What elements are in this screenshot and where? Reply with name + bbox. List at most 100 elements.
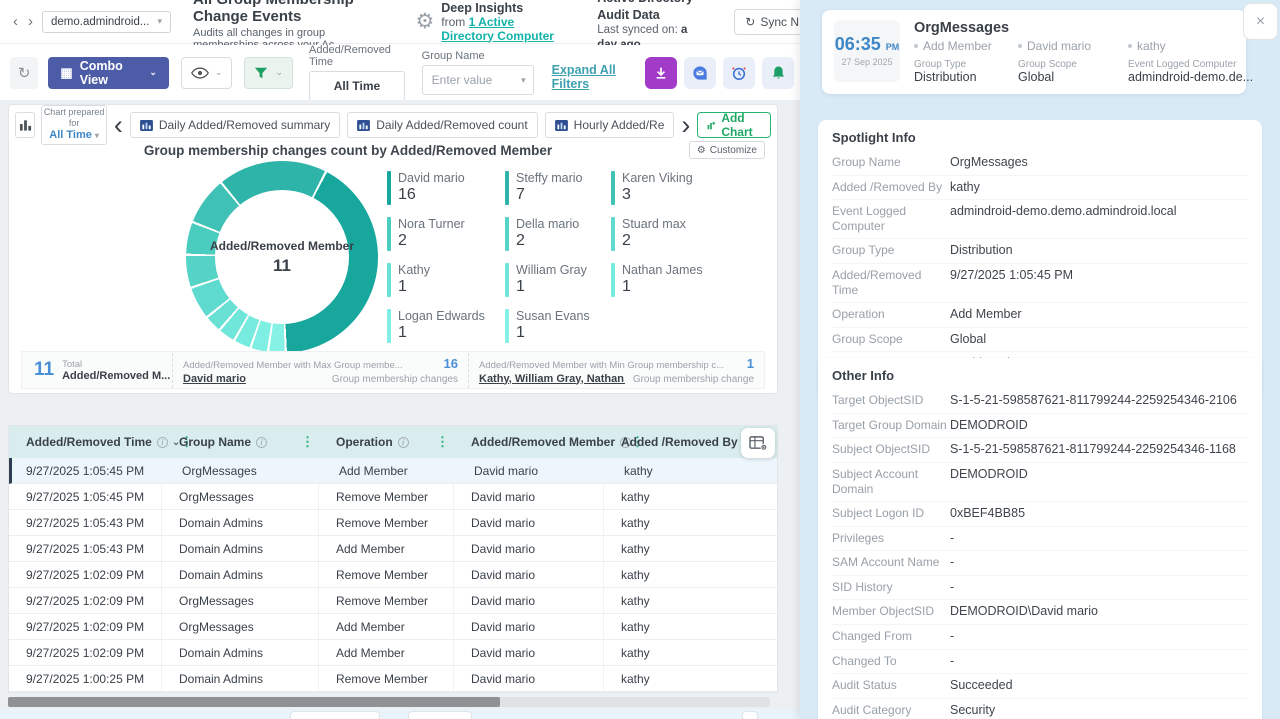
info-value: S-1-5-21-598587621-811799244-2259254346-… [950,442,1248,458]
summary-max-label: Added/Removed Member with Max Group memb… [183,360,403,371]
legend-item[interactable]: William Gray1 [505,263,601,297]
legend-value: 1 [622,278,703,296]
info-row: Privileges- [832,527,1248,552]
chart-list-button[interactable] [15,112,35,138]
legend-item[interactable]: Nathan James1 [611,263,703,297]
donut-chart[interactable]: Added/Removed Member 11 [186,161,378,353]
footer-button[interactable] [408,711,472,719]
column-header[interactable]: Added/Removed Memberi⋮ [454,426,604,458]
summary-min-names[interactable]: Kathy, William Gray, Nathan James, Logan… [479,373,625,385]
event-header-card: 06:35 PM 27 Sep 2025 OrgMessages Add Mem… [822,10,1246,94]
tenant-dropdown[interactable]: demo.admindroid... ▾ [42,11,171,33]
legend-color-bar [505,263,509,297]
expand-all-filters-link[interactable]: Expand All Filters [552,63,645,91]
group-name-input[interactable] [430,72,521,88]
spotlight-info-title: Spotlight Info [832,130,1248,151]
time-filter-value[interactable]: All Time [309,71,405,101]
summary-min-section: Added/Removed Member with Min Group memb… [468,353,764,388]
table-row[interactable]: 9/27/2025 1:05:43 PMDomain AdminsAdd Mem… [9,536,777,562]
header-field-label: Group Scope [1018,59,1128,70]
legend-item[interactable]: Kathy1 [387,263,495,297]
event-attributes-row: Add MemberDavid mariokathy [914,39,1234,53]
column-label: Group Name [179,435,251,449]
filter-button[interactable]: ⌄ [244,57,293,89]
legend-item[interactable]: Nora Turner2 [387,217,495,251]
legend-item[interactable]: Susan Evans1 [505,309,601,343]
info-value: Global [950,332,1248,348]
table-row[interactable]: 9/27/2025 1:05:43 PMDomain AdminsRemove … [9,510,777,536]
table-cell: OrgMessages [162,484,319,509]
download-button[interactable] [645,57,677,89]
table-cell: Domain Admins [162,562,319,587]
chart-tabs-row: Chart prepared for All Time ▾ ‹ Daily Ad… [15,111,771,139]
event-fields-row: Group TypeDistributionGroup ScopeGlobalE… [914,59,1234,84]
column-menu-icon[interactable]: ⋮ [301,434,319,450]
tabs-scroll-right-icon[interactable]: › [681,114,690,136]
legend-item[interactable]: Karen Viking3 [611,171,703,205]
chart-tab-0[interactable]: Daily Added/Removed summary [130,112,340,138]
nav-back-icon[interactable]: ‹ [8,11,23,32]
info-label: Audit Category [832,703,950,718]
info-value: Distribution [950,243,1248,259]
info-value: 9/27/2025 1:05:45 PM [950,268,1248,284]
chart-prepared-dropdown[interactable]: Chart prepared for All Time ▾ [41,105,106,145]
info-value: - [950,531,1248,547]
summary-max-name[interactable]: David mario [183,373,246,385]
visibility-button[interactable]: ⌄ [181,57,233,89]
combo-view-button[interactable]: ▦ Combo View ⌄ [48,57,168,89]
table-row[interactable]: 9/27/2025 1:02:09 PMDomain AdminsAdd Mem… [9,640,777,666]
chart-tab-1[interactable]: Daily Added/Removed count [347,112,537,138]
legend-color-bar [505,171,509,205]
info-value: - [950,654,1248,670]
close-icon[interactable]: × [1243,3,1278,40]
chevron-down-icon: ▾ [157,16,162,27]
add-chart-button[interactable]: Add Chart [697,112,771,138]
sync-now-button[interactable]: ↻ Sync N [734,9,810,35]
footer-button[interactable] [290,711,380,719]
legend-item[interactable]: Steffy mario7 [505,171,601,205]
legend-item[interactable]: Della mario2 [505,217,601,251]
time-filter-label: Added/Removed Time [309,44,406,68]
event-date: 27 Sep 2025 [841,57,892,67]
column-header[interactable]: Added/Removed Timei⌄⋮ [9,426,162,458]
table-row[interactable]: 9/27/2025 1:02:09 PMDomain AdminsRemove … [9,562,777,588]
legend-item[interactable]: Logan Edwards1 [387,309,495,343]
column-settings-button[interactable] [741,428,775,458]
tabs-scroll-left-icon[interactable]: ‹ [114,114,123,136]
legend-item[interactable]: Stuard max2 [611,217,703,251]
table-row[interactable]: 9/27/2025 1:05:45 PMOrgMessagesRemove Me… [9,484,777,510]
refresh-button[interactable]: ↻ [10,57,38,89]
table-row[interactable]: 9/27/2025 1:05:45 PMOrgMessagesAdd Membe… [9,458,777,484]
header-field-label: Event Logged Computer [1128,59,1253,70]
table-cell: Remove Member [319,588,454,613]
table-row[interactable]: 9/27/2025 1:02:09 PMOrgMessagesRemove Me… [9,588,777,614]
footer-button[interactable] [742,711,758,719]
legend-color-bar [387,263,391,297]
info-row: Added /Removed Bykathy [832,176,1248,201]
schedule-button[interactable] [723,57,755,89]
action-buttons [645,57,810,89]
event-time: 06:35 [835,34,881,54]
table-row[interactable]: 9/27/2025 1:02:09 PMOrgMessagesAdd Membe… [9,614,777,640]
column-header[interactable]: Operationi⋮ [319,426,454,458]
chart-tab-2[interactable]: Hourly Added/Re [545,112,675,138]
column-header[interactable]: Group Namei⋮ [162,426,319,458]
table-cell: 9/27/2025 1:02:09 PM [9,640,162,665]
feedback-button[interactable] [684,57,716,89]
info-value: Security [950,703,1248,719]
table-cell: kathy [604,562,777,587]
nav-forward-icon[interactable]: › [23,11,38,32]
horizontal-scrollbar[interactable] [8,697,770,707]
table-row[interactable]: 9/27/2025 1:00:25 PMDomain AdminsRemove … [9,666,777,692]
event-meridiem: PM [886,42,900,52]
customize-button[interactable]: ⚙ Customize [689,141,765,159]
info-row: Subject ObjectSIDS-1-5-21-598587621-8117… [832,438,1248,463]
legend-item[interactable]: David mario16 [387,171,495,205]
column-menu-icon[interactable]: ⋮ [436,434,454,450]
legend-name: William Gray [516,263,587,277]
table-cell: Remove Member [319,510,454,535]
other-info-title: Other Info [832,368,1248,389]
donut-center: Added/Removed Member 11 [215,190,349,324]
alerts-button[interactable] [762,57,794,89]
scrollbar-thumb[interactable] [8,697,500,707]
